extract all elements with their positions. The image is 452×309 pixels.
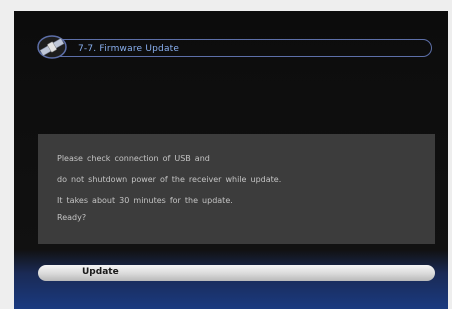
page-title: 7-7. Firmware Update [78, 44, 180, 54]
message-line-4: Ready? [57, 213, 87, 222]
message-line-3: It takes about 30 minutes for the update… [57, 196, 233, 205]
message-line-2: do not shutdown power of the receiver wh… [57, 175, 282, 184]
satellite-icon [36, 33, 70, 61]
update-button[interactable]: Update [38, 265, 435, 281]
update-button-label: Update [82, 267, 119, 277]
tv-screen: 7-7. Firmware Update Please check connec… [14, 11, 448, 309]
message-box: Please check connection of USB and do no… [38, 134, 435, 244]
message-line-1: Please check connection of USB and [57, 154, 210, 163]
